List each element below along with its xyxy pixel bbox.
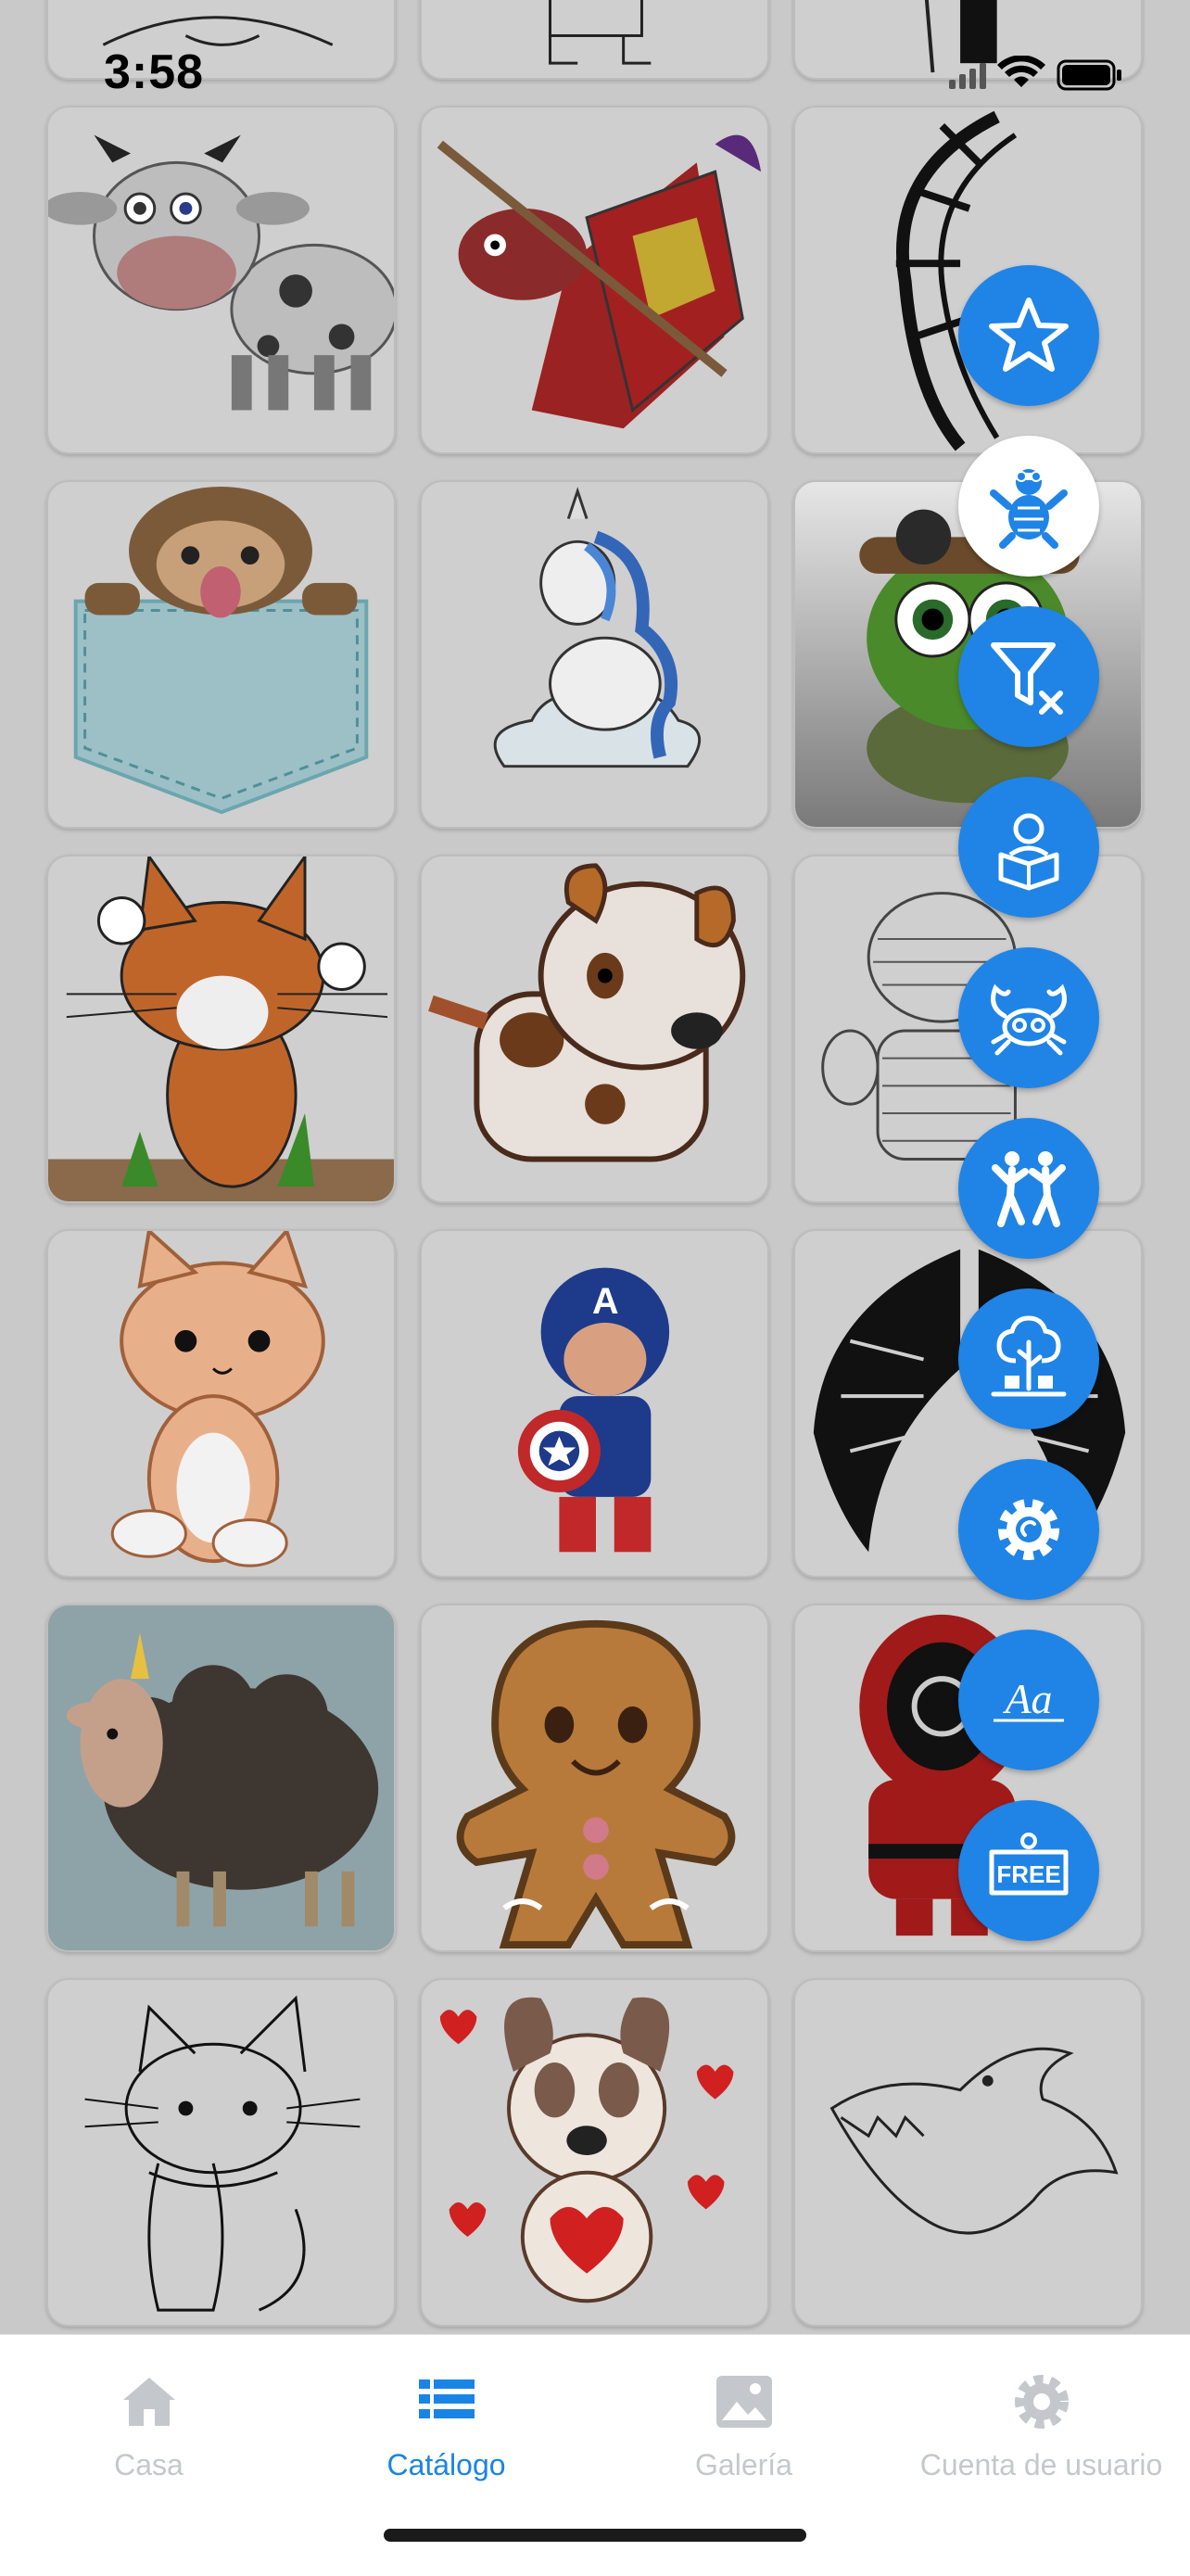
star-icon xyxy=(989,298,1069,372)
catalog-tile-cow[interactable] xyxy=(46,106,396,454)
catalog-tile-gingerbread[interactable] xyxy=(420,1604,769,1952)
font-aa-icon: Aa xyxy=(994,1675,1064,1722)
svg-text:FREE: FREE xyxy=(996,1860,1060,1888)
wifi-icon xyxy=(997,55,1045,87)
clock: 3:58 xyxy=(104,45,205,99)
catalog-tile-captain-america[interactable]: A xyxy=(420,1229,769,1578)
catalog-tile-dragon-sketch[interactable] xyxy=(793,1978,1143,2327)
signal-icon xyxy=(949,63,986,89)
image-icon xyxy=(715,2376,772,2428)
status-bar: 3:58 xyxy=(0,0,1190,102)
nature-fab[interactable] xyxy=(958,1288,1099,1429)
catalog-tile-sheep[interactable] xyxy=(46,1604,396,1952)
battery-icon xyxy=(1057,59,1121,91)
catalog-tile-unicorn-cloud[interactable] xyxy=(420,480,769,829)
animals-fab[interactable] xyxy=(958,947,1099,1088)
svg-text:A: A xyxy=(592,1281,619,1322)
turtle-icon xyxy=(990,469,1068,549)
tab-catalogo[interactable]: Catálogo xyxy=(298,2354,595,2502)
clear-filter-fab[interactable] xyxy=(958,606,1099,747)
catalog-tile-sloth-pocket[interactable] xyxy=(46,480,396,829)
svg-text:Aa: Aa xyxy=(1002,1675,1052,1722)
nature-tree-icon xyxy=(991,1315,1067,1397)
free-sign-icon: FREE xyxy=(989,1833,1069,1896)
education-fab[interactable] xyxy=(958,777,1099,918)
catalog-tile-fox[interactable] xyxy=(46,855,396,1203)
reader-icon xyxy=(998,813,1059,891)
favorites-fab[interactable] xyxy=(958,265,1099,406)
settings-gear-icon xyxy=(998,1499,1059,1560)
catalog-tile-cat[interactable] xyxy=(46,1229,396,1578)
status-icons xyxy=(949,55,1125,97)
catalog-tile-knight-horse[interactable] xyxy=(420,106,769,454)
home-icon xyxy=(122,2378,175,2426)
characters-fab[interactable] xyxy=(958,436,1099,577)
dancing-people-icon xyxy=(992,1151,1066,1227)
home-indicator xyxy=(384,2529,806,2542)
mechanics-fab[interactable] xyxy=(958,1459,1099,1600)
catalog-tile-puppy[interactable] xyxy=(420,855,769,1203)
list-icon xyxy=(418,2379,475,2418)
letters-fab[interactable]: Aa xyxy=(958,1630,1099,1770)
catalog-tile-sketch-cat[interactable] xyxy=(46,1978,396,2327)
people-fab[interactable] xyxy=(958,1118,1099,1259)
tab-cuenta-de-usuario[interactable]: Cuenta de usuario xyxy=(892,2354,1190,2502)
catalog-tile-bulldog-hearts[interactable] xyxy=(420,1978,769,2327)
catalog-tile-dragon-head[interactable] xyxy=(793,106,1143,454)
gear-icon xyxy=(1014,2375,1069,2429)
free-fab[interactable]: FREE xyxy=(958,1800,1099,1941)
tab-galeria[interactable]: Galería xyxy=(595,2354,892,2502)
filter-clear-icon xyxy=(991,642,1063,715)
tab-casa[interactable]: Casa xyxy=(0,2354,298,2502)
crab-icon xyxy=(991,983,1067,1056)
